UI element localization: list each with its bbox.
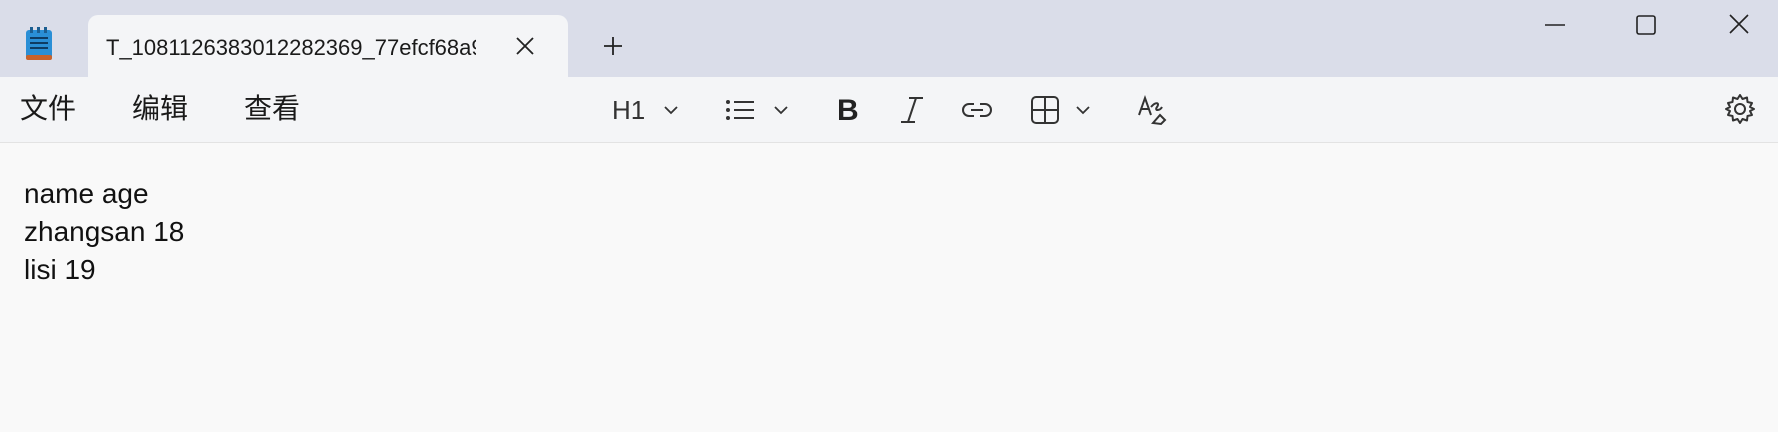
close-icon[interactable] bbox=[512, 33, 538, 59]
close-icon[interactable] bbox=[1716, 10, 1762, 40]
bulleted-list-icon bbox=[724, 96, 756, 124]
plus-icon[interactable] bbox=[600, 33, 626, 59]
gear-icon[interactable] bbox=[1724, 93, 1756, 127]
chevron-down-icon bbox=[1074, 101, 1092, 119]
menu-view[interactable]: 查看 bbox=[244, 91, 300, 127]
toolbar: 文件 编辑 查看 H1 B bbox=[0, 77, 1778, 143]
maximize-icon[interactable] bbox=[1622, 10, 1668, 40]
heading-dropdown[interactable]: H1 bbox=[612, 93, 684, 127]
tab-document[interactable]: T_1081126383012282369_77efcf68a9 bbox=[88, 15, 568, 77]
minimize-icon[interactable] bbox=[1532, 10, 1578, 40]
tab-title: T_1081126383012282369_77efcf68a9 bbox=[106, 35, 476, 60]
notepad-icon bbox=[24, 26, 54, 62]
bold-icon[interactable]: B bbox=[834, 93, 862, 127]
link-icon[interactable] bbox=[960, 93, 994, 127]
document-line: lisi 19 bbox=[24, 254, 96, 285]
menu-file[interactable]: 文件 bbox=[20, 91, 76, 127]
text-editor[interactable]: name age zhangsan 18 lisi 19 bbox=[0, 143, 1778, 432]
table-icon bbox=[1030, 95, 1060, 125]
italic-icon[interactable] bbox=[898, 93, 926, 127]
menu-edit[interactable]: 编辑 bbox=[132, 91, 188, 127]
table-dropdown[interactable] bbox=[1030, 93, 1098, 127]
chevron-down-icon bbox=[662, 101, 680, 119]
svg-text:B: B bbox=[837, 94, 859, 127]
chevron-down-icon bbox=[772, 101, 790, 119]
document-line: zhangsan 18 bbox=[24, 216, 185, 247]
heading-label: H1 bbox=[612, 95, 646, 125]
list-dropdown[interactable] bbox=[724, 93, 796, 127]
clear-formatting-icon[interactable] bbox=[1136, 93, 1170, 127]
title-bar: T_1081126383012282369_77efcf68a9 bbox=[0, 0, 1778, 77]
document-line: name age bbox=[24, 178, 149, 209]
